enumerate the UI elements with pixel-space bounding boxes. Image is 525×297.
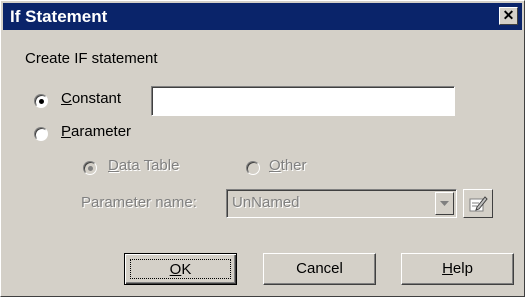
- constant-label[interactable]: Constant: [61, 90, 121, 107]
- parameter-name-label: Parameter name:: [81, 194, 197, 211]
- constant-input[interactable]: [151, 86, 455, 116]
- dropdown-arrow-button[interactable]: [435, 192, 454, 215]
- dialog-title: If Statement: [10, 7, 108, 26]
- data-table-label[interactable]: Data Table: [108, 157, 179, 174]
- title-bar[interactable]: If Statement ✕: [3, 3, 522, 30]
- create-if-label: Create IF statement: [25, 50, 158, 67]
- parameter-radio[interactable]: [34, 127, 48, 141]
- cancel-button[interactable]: Cancel: [263, 253, 376, 285]
- data-table-radio[interactable]: [83, 161, 97, 175]
- help-button[interactable]: Help: [401, 253, 514, 285]
- other-label[interactable]: Other: [269, 157, 307, 174]
- constant-radio[interactable]: [34, 94, 48, 108]
- ok-button[interactable]: OK: [124, 253, 237, 285]
- parameter-name-value: UnNamed: [232, 194, 300, 211]
- chevron-down-icon: [440, 201, 449, 206]
- focus-rectangle: OK: [130, 259, 231, 279]
- parameter-label[interactable]: Parameter: [61, 123, 131, 140]
- if-statement-dialog: If Statement ✕ Create IF statement Const…: [0, 0, 525, 297]
- radio-selected-dot-icon: [39, 99, 44, 104]
- edit-parameter-button[interactable]: [463, 189, 493, 218]
- other-radio[interactable]: [246, 161, 260, 175]
- parameter-name-combobox[interactable]: UnNamed: [226, 189, 457, 218]
- edit-pencil-icon: [469, 196, 488, 212]
- radio-selected-dot-icon: [88, 166, 93, 171]
- close-button[interactable]: ✕: [499, 7, 518, 25]
- close-icon: ✕: [502, 7, 515, 23]
